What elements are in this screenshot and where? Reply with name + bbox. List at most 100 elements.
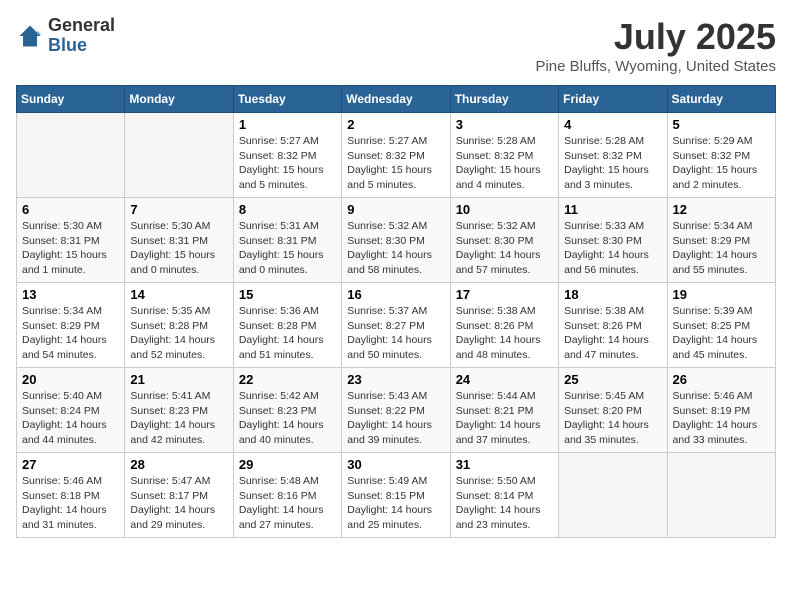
calendar-cell: 30 Sunrise: 5:49 AMSunset: 8:15 PMDayligh… [342,453,450,538]
day-info: Sunrise: 5:39 AMSunset: 8:25 PMDaylight:… [673,304,770,363]
calendar-cell: 14Sunrise: 5:35 AMSunset: 8:28 PMDayligh… [125,283,233,368]
calendar-cell: 27 Sunrise: 5:46 AMSunset: 8:18 PMDayligh… [17,453,125,538]
calendar-cell: 13Sunrise: 5:34 AMSunset: 8:29 PMDayligh… [17,283,125,368]
day-info: Sunrise: 5:37 AMSunset: 8:27 PMDaylight:… [347,304,444,363]
day-number: 23 [347,372,444,387]
day-number: 11 [564,202,661,217]
calendar-cell [17,113,125,198]
day-number: 10 [456,202,553,217]
day-number: 7 [130,202,227,217]
day-number: 27 [22,457,119,472]
day-number: 18 [564,287,661,302]
calendar-cell: 5 Sunrise: 5:29 AMSunset: 8:32 PMDaylight… [667,113,775,198]
day-number: 25 [564,372,661,387]
day-header-wednesday: Wednesday [342,86,450,113]
calendar-cell: 8 Sunrise: 5:31 AMSunset: 8:31 PMDaylight… [233,198,341,283]
calendar-week-row: 13Sunrise: 5:34 AMSunset: 8:29 PMDayligh… [17,283,776,368]
calendar-cell: 16 Sunrise: 5:37 AMSunset: 8:27 PMDayligh… [342,283,450,368]
day-info: Sunrise: 5:34 AMSunset: 8:29 PMDaylight:… [673,219,770,278]
day-info: Sunrise: 5:35 AMSunset: 8:28 PMDaylight:… [130,304,227,363]
day-info: Sunrise: 5:32 AMSunset: 8:30 PMDaylight:… [347,219,444,278]
calendar-cell: 25Sunrise: 5:45 AMSunset: 8:20 PMDayligh… [559,368,667,453]
logo-text: General Blue [48,16,115,56]
day-info: Sunrise: 5:34 AMSunset: 8:29 PMDaylight:… [22,304,119,363]
day-number: 8 [239,202,336,217]
day-number: 22 [239,372,336,387]
calendar-cell: 23 Sunrise: 5:43 AMSunset: 8:22 PMDayligh… [342,368,450,453]
main-title: July 2025 [535,16,776,58]
day-info: Sunrise: 5:36 AMSunset: 8:28 PMDaylight:… [239,304,336,363]
calendar-week-row: 1 Sunrise: 5:27 AMSunset: 8:32 PMDaylight… [17,113,776,198]
day-number: 31 [456,457,553,472]
calendar-cell: 26Sunrise: 5:46 AMSunset: 8:19 PMDayligh… [667,368,775,453]
calendar-cell [667,453,775,538]
day-number: 16 [347,287,444,302]
title-block: July 2025 Pine Bluffs, Wyoming, United S… [535,16,776,75]
calendar-cell: 9 Sunrise: 5:32 AMSunset: 8:30 PMDaylight… [342,198,450,283]
calendar-cell [125,113,233,198]
calendar-cell: 10 Sunrise: 5:32 AMSunset: 8:30 PMDayligh… [450,198,558,283]
day-number: 5 [673,117,770,132]
calendar-cell: 12 Sunrise: 5:34 AMSunset: 8:29 PMDayligh… [667,198,775,283]
calendar-table: SundayMondayTuesdayWednesdayThursdayFrid… [16,85,776,538]
calendar-cell: 22 Sunrise: 5:42 AMSunset: 8:23 PMDayligh… [233,368,341,453]
calendar-cell: 29 Sunrise: 5:48 AMSunset: 8:16 PMDayligh… [233,453,341,538]
calendar-cell: 7 Sunrise: 5:30 AMSunset: 8:31 PMDaylight… [125,198,233,283]
day-number: 20 [22,372,119,387]
day-number: 19 [673,287,770,302]
calendar-cell: 2Sunrise: 5:27 AMSunset: 8:32 PMDaylight… [342,113,450,198]
day-info: Sunrise: 5:30 AMSunset: 8:31 PMDaylight:… [22,219,119,278]
calendar-cell: 19 Sunrise: 5:39 AMSunset: 8:25 PMDayligh… [667,283,775,368]
day-info: Sunrise: 5:50 AMSunset: 8:14 PMDaylight:… [456,474,553,533]
calendar-header-row: SundayMondayTuesdayWednesdayThursdayFrid… [17,86,776,113]
day-number: 21 [130,372,227,387]
logo-general-text: General [48,16,115,36]
day-header-thursday: Thursday [450,86,558,113]
calendar-cell: 11Sunrise: 5:33 AMSunset: 8:30 PMDayligh… [559,198,667,283]
day-info: Sunrise: 5:30 AMSunset: 8:31 PMDaylight:… [130,219,227,278]
day-number: 15 [239,287,336,302]
calendar-cell [559,453,667,538]
subtitle: Pine Bluffs, Wyoming, United States [535,58,776,75]
day-number: 3 [456,117,553,132]
day-info: Sunrise: 5:43 AMSunset: 8:22 PMDaylight:… [347,389,444,448]
day-info: Sunrise: 5:40 AMSunset: 8:24 PMDaylight:… [22,389,119,448]
calendar-week-row: 27 Sunrise: 5:46 AMSunset: 8:18 PMDayligh… [17,453,776,538]
day-info: Sunrise: 5:41 AMSunset: 8:23 PMDaylight:… [130,389,227,448]
calendar-cell: 6 Sunrise: 5:30 AMSunset: 8:31 PMDaylight… [17,198,125,283]
day-number: 1 [239,117,336,132]
day-number: 28 [130,457,227,472]
day-number: 26 [673,372,770,387]
logo-icon [16,22,44,50]
calendar-cell: 17Sunrise: 5:38 AMSunset: 8:26 PMDayligh… [450,283,558,368]
day-number: 6 [22,202,119,217]
logo-blue-text: Blue [48,36,115,56]
day-info: Sunrise: 5:42 AMSunset: 8:23 PMDaylight:… [239,389,336,448]
day-number: 30 [347,457,444,472]
day-info: Sunrise: 5:28 AMSunset: 8:32 PMDaylight:… [456,134,553,193]
day-number: 9 [347,202,444,217]
day-info: Sunrise: 5:49 AMSunset: 8:15 PMDaylight:… [347,474,444,533]
day-info: Sunrise: 5:27 AMSunset: 8:32 PMDaylight:… [239,134,336,193]
calendar-cell: 4Sunrise: 5:28 AMSunset: 8:32 PMDaylight… [559,113,667,198]
day-info: Sunrise: 5:29 AMSunset: 8:32 PMDaylight:… [673,134,770,193]
day-number: 29 [239,457,336,472]
calendar-cell: 24 Sunrise: 5:44 AMSunset: 8:21 PMDayligh… [450,368,558,453]
day-info: Sunrise: 5:38 AMSunset: 8:26 PMDaylight:… [456,304,553,363]
day-header-friday: Friday [559,86,667,113]
day-info: Sunrise: 5:48 AMSunset: 8:16 PMDaylight:… [239,474,336,533]
logo: General Blue [16,16,115,56]
day-header-monday: Monday [125,86,233,113]
calendar-cell: 31 Sunrise: 5:50 AMSunset: 8:14 PMDayligh… [450,453,558,538]
day-info: Sunrise: 5:28 AMSunset: 8:32 PMDaylight:… [564,134,661,193]
day-info: Sunrise: 5:31 AMSunset: 8:31 PMDaylight:… [239,219,336,278]
calendar-cell: 18 Sunrise: 5:38 AMSunset: 8:26 PMDayligh… [559,283,667,368]
day-info: Sunrise: 5:27 AMSunset: 8:32 PMDaylight:… [347,134,444,193]
day-number: 12 [673,202,770,217]
day-number: 24 [456,372,553,387]
day-info: Sunrise: 5:32 AMSunset: 8:30 PMDaylight:… [456,219,553,278]
day-info: Sunrise: 5:38 AMSunset: 8:26 PMDaylight:… [564,304,661,363]
day-header-tuesday: Tuesday [233,86,341,113]
day-info: Sunrise: 5:46 AMSunset: 8:18 PMDaylight:… [22,474,119,533]
day-info: Sunrise: 5:44 AMSunset: 8:21 PMDaylight:… [456,389,553,448]
